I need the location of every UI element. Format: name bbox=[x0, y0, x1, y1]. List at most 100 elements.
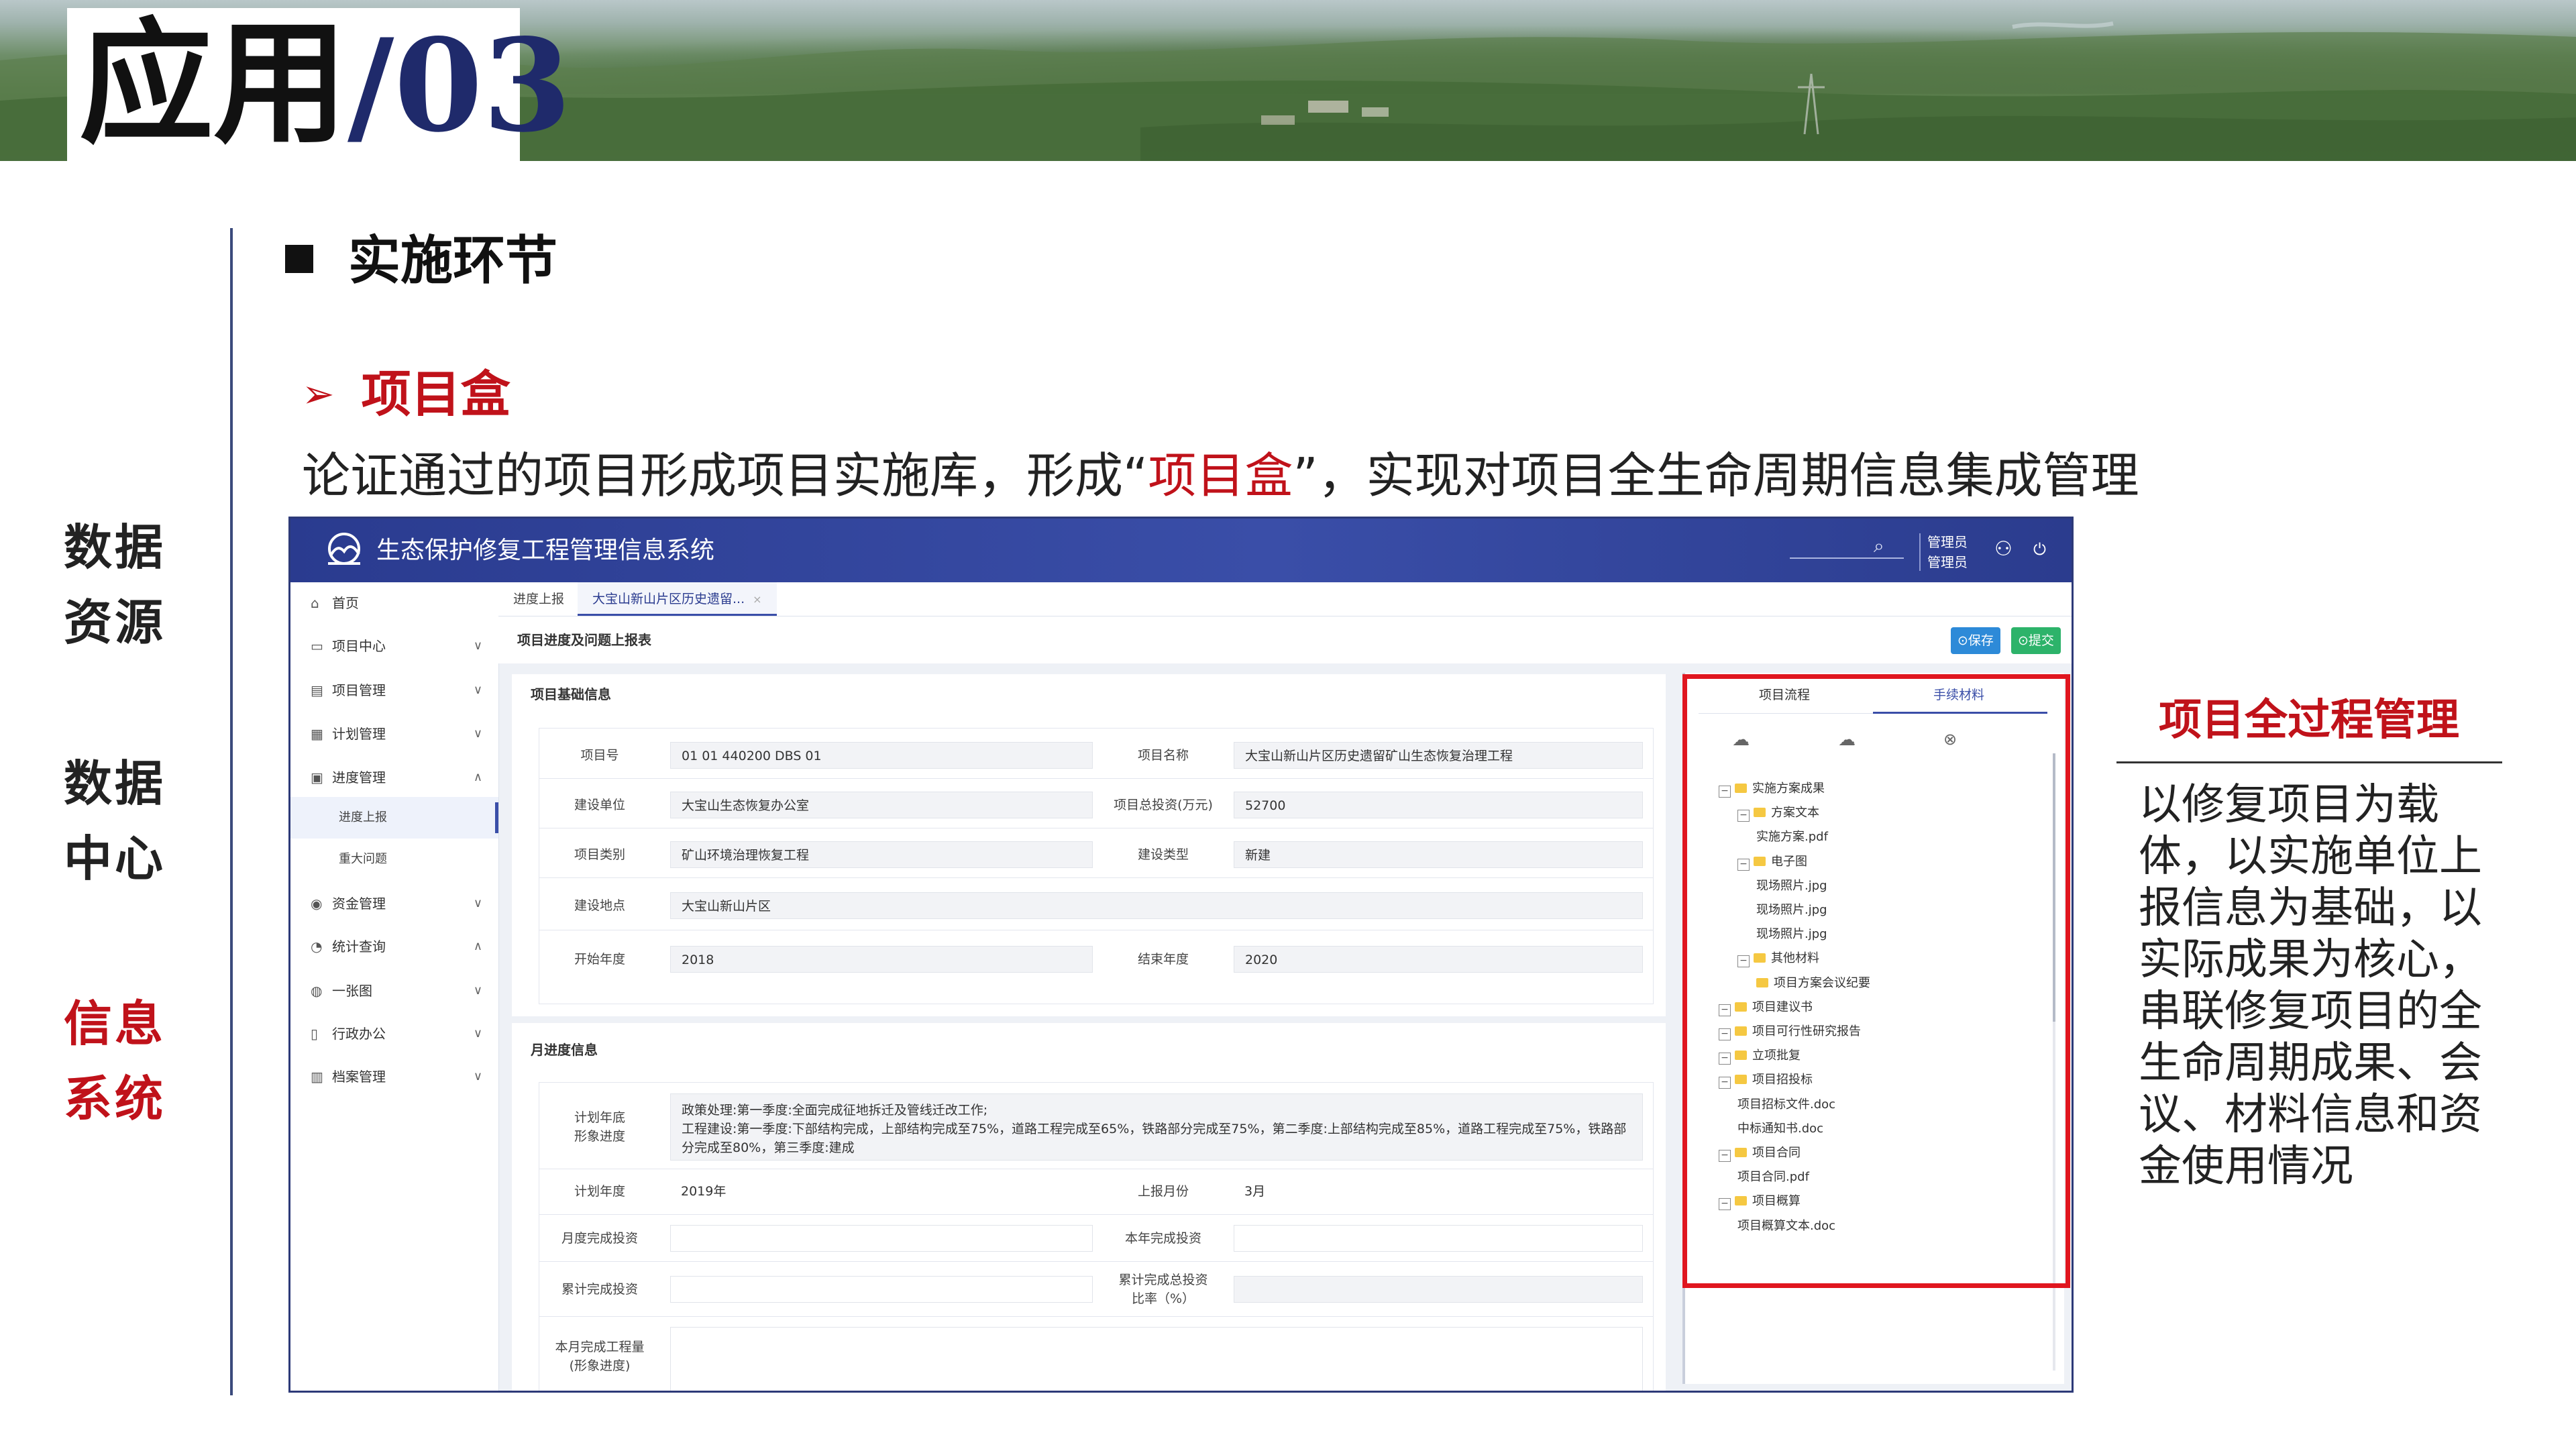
sidebar-item-office[interactable]: ▯ 行政办公 ∨ bbox=[290, 1013, 498, 1055]
field-label: 计划年度 bbox=[574, 1184, 625, 1199]
desc-after: ”，实现对项目全生命周期信息集成管理 bbox=[1293, 447, 2139, 504]
project-category-field[interactable]: 矿山环境治理恢复工程 bbox=[670, 841, 1093, 868]
subsection-title-text: 项目盒 bbox=[361, 366, 511, 423]
cumulative-investment-input[interactable] bbox=[670, 1276, 1093, 1303]
monthly-progress-panel: 月进度信息 计划年底 形象进度 政策处理:第一季度:全面完成征地拆迁及管线迁改工… bbox=[512, 1023, 1666, 1391]
sidebar-item-major-issues[interactable]: 重大问题 bbox=[290, 839, 498, 880]
field-label: 项目号 bbox=[580, 748, 619, 763]
sidebar-item-project-center[interactable]: ▭ 项目中心 ∨ bbox=[290, 625, 498, 667]
construction-location-field[interactable]: 大宝山新山片区 bbox=[670, 892, 1643, 919]
ratio-label-line: 比率（%） bbox=[1131, 1291, 1195, 1306]
field-label: 建设单位 bbox=[574, 798, 625, 812]
progress-icon: ▣ bbox=[311, 769, 323, 786]
ratio-label-line: 累计完成总投资 bbox=[1118, 1273, 1208, 1287]
chevron-down-icon: ∨ bbox=[473, 683, 482, 697]
sidebar-item-fund-management[interactable]: ◉ 资金管理 ∨ bbox=[290, 883, 498, 924]
plan-year-field[interactable]: 2019年 bbox=[670, 1178, 1093, 1205]
month-quantity-textarea[interactable] bbox=[670, 1327, 1643, 1391]
monthly-investment-input[interactable] bbox=[670, 1225, 1093, 1252]
search-input[interactable] bbox=[1790, 557, 1904, 559]
close-icon[interactable]: × bbox=[753, 593, 761, 606]
project-name-field[interactable]: 大宝山新山片区历史遗留矿山生态恢复治理工程 bbox=[1234, 742, 1643, 769]
section-number-title: 应用/03 bbox=[79, 7, 572, 161]
save-button[interactable]: ⊙保存 bbox=[1951, 627, 2000, 654]
app-title: 生态保护修复工程管理信息系统 bbox=[376, 537, 715, 564]
title-number: /03 bbox=[347, 11, 572, 160]
row-divider bbox=[539, 1316, 1653, 1317]
plan-icon: ▦ bbox=[311, 726, 323, 742]
home-icon: ⌂ bbox=[311, 595, 319, 611]
submit-button[interactable]: ⊙提交 bbox=[2011, 627, 2061, 654]
highlight-box bbox=[1682, 674, 2070, 1288]
ratio-label: 累计完成总投资 比率（%） bbox=[1103, 1271, 1224, 1308]
row-divider bbox=[539, 1261, 1653, 1262]
report-month-field[interactable]: 3月 bbox=[1234, 1178, 1643, 1205]
right-panel-title: 项目全过程管理 bbox=[2159, 696, 2459, 745]
side-label-data-center: 数据 中心 bbox=[64, 746, 178, 896]
logout-icon[interactable]: ⏻ bbox=[2033, 540, 2046, 559]
project-number-field[interactable]: 01 01 440200 DBS 01 bbox=[670, 742, 1093, 769]
end-year-field[interactable]: 2020 bbox=[1234, 946, 1643, 973]
sidebar-item-progress-report[interactable]: 进度上报 bbox=[290, 797, 498, 839]
chevron-down-icon: ∨ bbox=[473, 983, 482, 998]
desc-before: 论证通过的项目形成项目实施库，形成“ bbox=[302, 447, 1148, 504]
sidebar-item-label: 首页 bbox=[332, 595, 359, 611]
chevron-down-icon: ∨ bbox=[473, 1026, 482, 1040]
total-investment-field[interactable]: 52700 bbox=[1234, 792, 1643, 818]
tab-project-detail[interactable]: 大宝山新山片区历史遗留... × bbox=[578, 582, 777, 616]
side-label-line: 数据 bbox=[64, 755, 166, 812]
field-label: 建设地点 bbox=[574, 898, 625, 913]
sidebar-item-progress-management[interactable]: ▣ 进度管理 ∧ bbox=[290, 757, 498, 798]
archive-icon: ▥ bbox=[311, 1069, 323, 1085]
sidebar-item-label: 项目中心 bbox=[332, 638, 386, 654]
start-year-field[interactable]: 2018 bbox=[670, 946, 1093, 973]
investment-ratio-field[interactable] bbox=[1234, 1276, 1643, 1303]
month-qty-label-line: (形象进度) bbox=[569, 1358, 631, 1373]
chevron-down-icon: ∨ bbox=[473, 727, 482, 741]
sidebar: ⌂ 首页 ▭ 项目中心 ∨ ▤ 项目管理 ∨ ▦ 计划管理 ∨ ▣ 进度管理 ∧ 进度上报 重大问… bbox=[290, 582, 499, 1391]
sidebar-item-label: 档案管理 bbox=[332, 1069, 386, 1085]
sidebar-item-label: 项目管理 bbox=[332, 682, 386, 698]
vertical-divider bbox=[230, 228, 233, 1395]
user-role-line: 管理员 bbox=[1927, 554, 1968, 570]
sidebar-item-archive[interactable]: ▥ 档案管理 ∨ bbox=[290, 1056, 498, 1097]
description-text: 论证通过的项目形成项目实施库，形成“项目盒”，实现对项目全生命周期信息集成管理 bbox=[302, 436, 2139, 506]
section-title-text: 实施环节 bbox=[348, 231, 558, 291]
tab-bar: 进度上报 大宝山新山片区历史遗留... × bbox=[498, 582, 2072, 616]
sidebar-item-label: 统计查询 bbox=[332, 938, 386, 955]
user-name[interactable]: 管理员 管理员 bbox=[1927, 532, 1968, 572]
chevron-down-icon: ∨ bbox=[473, 1069, 482, 1083]
arrow-bullet-icon: ➢ bbox=[302, 371, 335, 417]
user-icon[interactable]: ⚇ bbox=[1994, 537, 2012, 561]
search-icon[interactable]: ⌕ bbox=[1874, 535, 1884, 557]
chevron-up-icon: ∧ bbox=[473, 770, 482, 784]
sidebar-item-plan-management[interactable]: ▦ 计划管理 ∨ bbox=[290, 713, 498, 755]
plan-progress-text[interactable]: 政策处理:第一季度:全面完成征地拆迁及管线迁改工作; 工程建设:第一季度:下部结… bbox=[670, 1093, 1643, 1161]
side-label-line: 数据 bbox=[64, 519, 166, 576]
sidebar-item-label: 重大问题 bbox=[339, 852, 387, 866]
plan-label-line: 计划年底 bbox=[574, 1110, 625, 1125]
field-label: 月度完成投资 bbox=[561, 1231, 638, 1246]
sidebar-item-label: 计划管理 bbox=[332, 726, 386, 742]
square-bullet-icon bbox=[285, 245, 313, 273]
header-separator bbox=[1919, 533, 1921, 571]
plan-text-line: 政策处理:第一季度:全面完成征地拆迁及管线迁改工作; bbox=[682, 1103, 988, 1118]
construction-unit-field[interactable]: 大宝山生态恢复办公室 bbox=[670, 792, 1093, 818]
side-label-line: 中心 bbox=[64, 830, 166, 887]
tab-progress-report[interactable]: 进度上报 bbox=[498, 582, 579, 616]
plan-text-line: 工程建设:第一季度:下部结构完成，上部结构完成至75%，道路工程完成至65%，铁… bbox=[682, 1122, 1627, 1136]
annual-investment-input[interactable] bbox=[1234, 1225, 1643, 1252]
sidebar-item-map[interactable]: ◍ 一张图 ∨ bbox=[290, 970, 498, 1012]
section-title: 实施环节 bbox=[285, 219, 557, 294]
basic-info-panel: 项目基础信息 项目号 01 01 440200 DBS 01 项目名称 大宝山新… bbox=[512, 674, 1666, 1016]
sidebar-item-project-management[interactable]: ▤ 项目管理 ∨ bbox=[290, 669, 498, 711]
sidebar-item-statistics[interactable]: ◔ 统计查询 ∧ bbox=[290, 926, 498, 967]
field-label: 累计完成投资 bbox=[561, 1282, 638, 1297]
office-icon: ▯ bbox=[311, 1026, 319, 1042]
field-label: 结束年度 bbox=[1137, 952, 1189, 967]
title-cn: 应用 bbox=[79, 5, 348, 162]
side-label-line: 资源 bbox=[64, 594, 166, 651]
sidebar-item-home[interactable]: ⌂ 首页 bbox=[290, 582, 498, 624]
construction-type-field[interactable]: 新建 bbox=[1234, 841, 1643, 868]
field-label: 开始年度 bbox=[574, 952, 625, 967]
